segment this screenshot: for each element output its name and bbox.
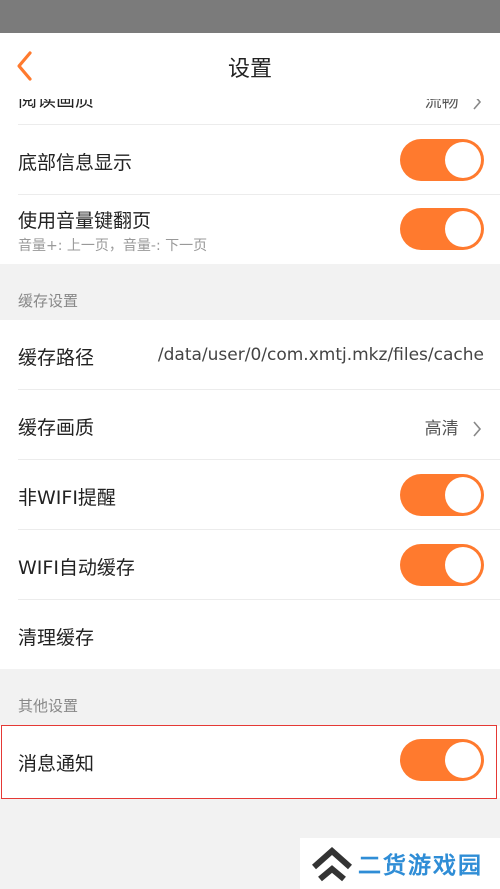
setting-label: 清理缓存 [18,627,95,649]
non-wifi-toggle[interactable] [400,474,484,516]
toggle-knob [445,142,481,178]
setting-label: 缓存画质 [18,417,95,439]
setting-description: 音量+: 上一页，音量-: 下一页 [18,238,208,254]
cache-path-value: /data/user/0/com.xmtj.mkz/files/cache [157,345,484,365]
setting-label: 底部信息显示 [18,152,133,174]
chevron-right-icon [473,421,482,437]
section-header-other: 其他设置 [18,697,79,715]
setting-row-cache-quality[interactable]: 缓存画质 高清 [0,390,500,460]
setting-row-bottom-info[interactable]: 底部信息显示 [0,125,500,195]
cache-quality-value: 高清 [424,419,459,439]
setting-row-volume-page[interactable]: 使用音量键翻页 音量+: 上一页，音量-: 下一页 [0,195,500,264]
watermark-text: 二货游戏园 [358,853,483,879]
wifi-auto-toggle[interactable] [400,544,484,586]
setting-row-wifi-auto[interactable]: WIFI自动缓存 [0,530,500,600]
setting-row-clear-cache[interactable]: 清理缓存 [0,600,500,669]
volume-page-toggle[interactable] [400,208,484,250]
watermark-logo-icon [312,846,352,882]
setting-row-cache-path[interactable]: 缓存路径 /data/user/0/com.xmtj.mkz/files/cac… [0,320,500,390]
setting-value: 流畅 [425,99,482,112]
section-header-cache: 缓存设置 [18,292,79,310]
status-bar [0,0,500,33]
setting-row-notifications[interactable]: 消息通知 [0,726,500,798]
chevron-right-icon [473,99,482,110]
setting-label: 非WIFI提醒 [18,487,116,509]
page-title: 设置 [227,57,272,82]
toggle-knob [445,547,481,583]
toggle-knob [445,477,481,513]
setting-row-non-wifi[interactable]: 非WIFI提醒 [0,460,500,530]
setting-row-reading-quality[interactable]: 阅读画质 流畅 [0,99,500,125]
toggle-knob [445,742,481,778]
setting-label: 消息通知 [18,753,95,775]
setting-label: 阅读画质 [18,99,95,111]
top-nav-bar: 设置 [0,33,500,99]
bottom-info-toggle[interactable] [400,139,484,181]
setting-label: 缓存路径 [18,347,95,369]
setting-label: 使用音量键翻页 [18,210,152,232]
toggle-knob [445,211,481,247]
setting-value: 高清 [425,414,482,439]
watermark: 二货游戏园 [300,838,500,889]
notifications-toggle[interactable] [400,739,484,781]
setting-label: WIFI自动缓存 [18,557,135,579]
